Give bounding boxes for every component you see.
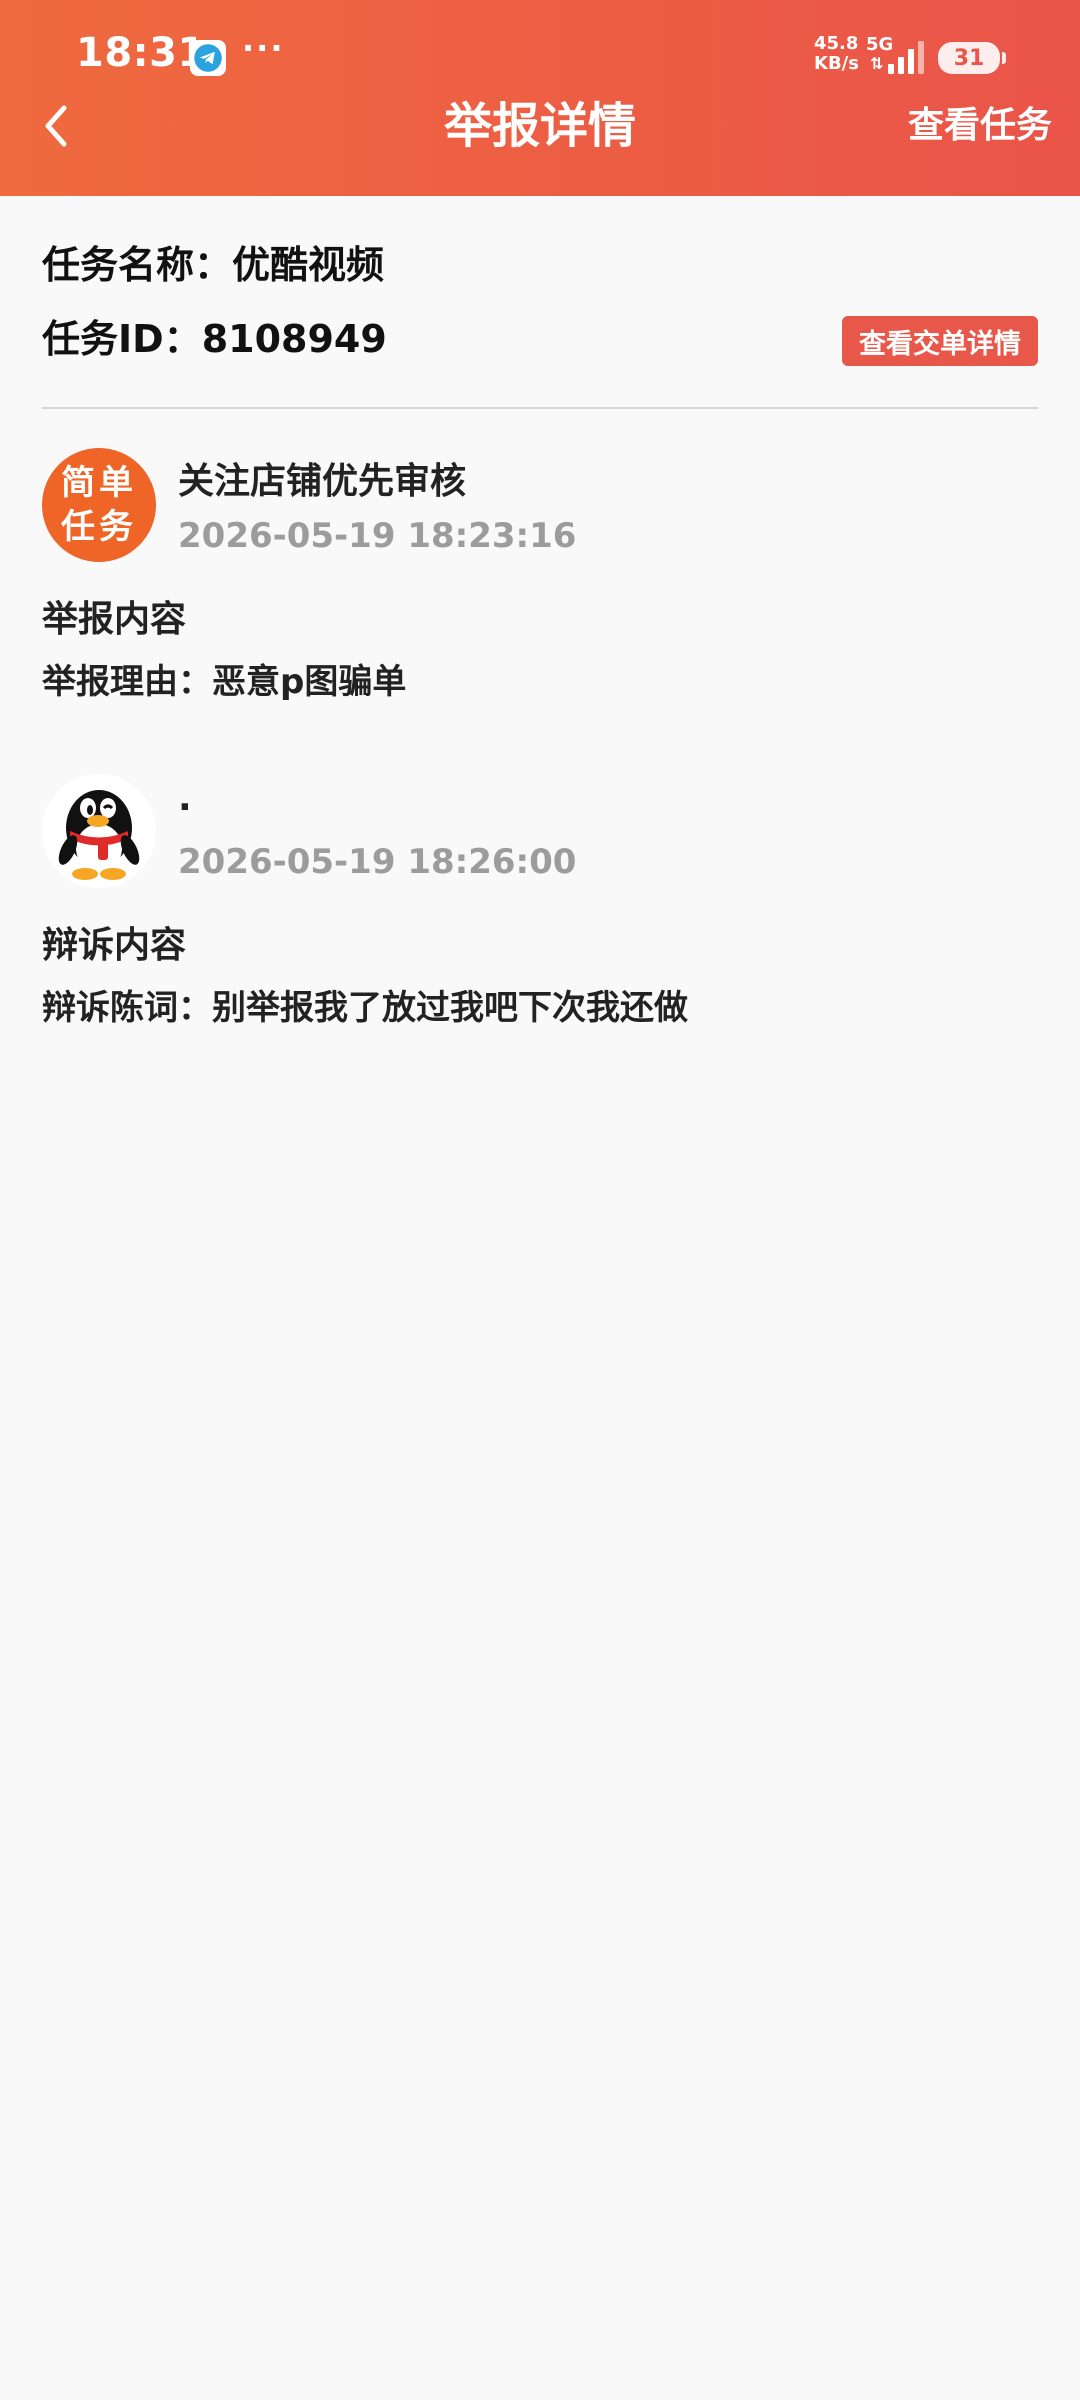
task-name-label: 任务名称：: [42, 243, 233, 287]
appeal-time: 2026-05-19 18:26:00: [178, 842, 577, 882]
report-content-heading: 举报内容: [42, 599, 187, 640]
more-dots-icon: ···: [242, 29, 285, 67]
report-time: 2026-05-19 18:23:16: [178, 516, 577, 556]
appeal-statement: 辩诉陈词：别举报我了放过我吧下次我还做: [42, 988, 688, 1028]
task-id-label: 任务ID：: [42, 317, 202, 361]
network-speed: 45.8 KB/s: [814, 34, 859, 74]
report-title: 关注店铺优先审核: [178, 461, 467, 502]
task-name-row: 任务名称：优酷视频: [42, 234, 384, 289]
telegram-icon: [190, 40, 226, 76]
view-order-details-button[interactable]: 查看交单详情: [842, 316, 1038, 366]
simple-task-avatar: 简单 任务: [42, 448, 156, 562]
data-transfer-icon: ⇅: [870, 54, 884, 73]
view-task-button[interactable]: 查看任务: [908, 90, 1052, 162]
task-id-row: 任务ID：8108949: [42, 308, 387, 363]
battery-icon: 31: [938, 42, 1006, 74]
task-name-value: 优酷视频: [232, 243, 385, 287]
back-button[interactable]: [20, 90, 92, 162]
status-time: 18:31: [76, 30, 206, 76]
avatar-text-line2: 任务: [61, 507, 137, 547]
app-header: 18:31 ··· 45.8 KB/s 5G ⇅ 31 举报详情 查看任务: [0, 0, 1080, 196]
divider: [42, 407, 1038, 409]
nav-bar: 举报详情 查看任务: [0, 90, 1080, 196]
avatar-text-line1: 简单: [61, 463, 137, 503]
chevron-left-icon: [45, 105, 67, 147]
appeal-user-name: .: [178, 778, 192, 819]
report-reason: 举报理由：恶意p图骗单: [42, 662, 407, 702]
signal-icon: [888, 41, 924, 74]
qq-penguin-icon: [42, 774, 156, 888]
network-speed-value: 45.8: [814, 33, 859, 54]
task-id-value: 8108949: [201, 317, 387, 361]
appeal-content-heading: 辩诉内容: [42, 925, 187, 966]
network-speed-unit: KB/s: [814, 53, 859, 74]
